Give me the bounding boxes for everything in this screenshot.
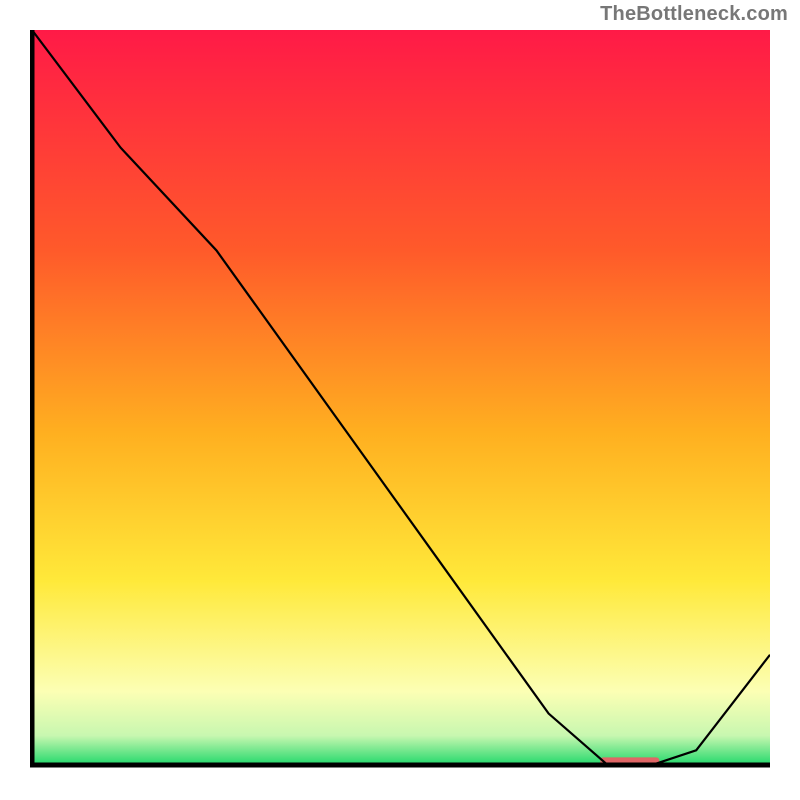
chart-container: TheBottleneck.com	[0, 0, 800, 800]
plot-area	[30, 30, 770, 770]
gradient-background	[30, 30, 770, 765]
watermark-text: TheBottleneck.com	[600, 3, 788, 26]
chart-svg	[30, 30, 770, 770]
